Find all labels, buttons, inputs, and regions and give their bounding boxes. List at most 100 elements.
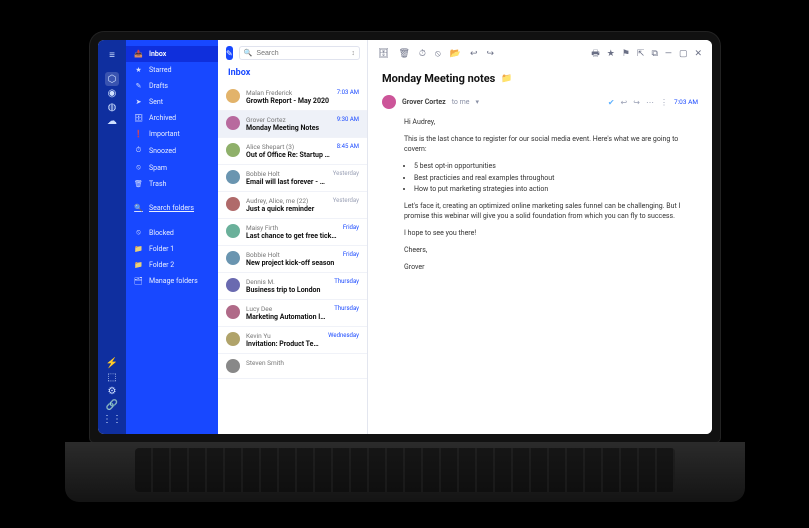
message-row[interactable]: Audrey, Alice, me (22)Just a quick remin… — [218, 192, 367, 219]
sidebar-item-blocked[interactable]: ⦸Blocked — [126, 224, 218, 241]
rail-util-icon[interactable]: 🔗 — [105, 398, 119, 412]
compose-button[interactable]: ✎ — [226, 46, 233, 60]
sidebar-item-label: Archived — [149, 114, 176, 122]
sidebar-item-inbox[interactable]: 📥Inbox — [126, 46, 218, 62]
sidebar-item-sent[interactable]: ➤Sent — [126, 94, 218, 110]
maximize-icon[interactable]: ▢ — [679, 49, 688, 59]
folder-icon: 📁 — [134, 245, 143, 253]
popout-icon[interactable]: ⧉ — [651, 49, 657, 59]
forward-icon[interactable]: ↪ — [633, 98, 640, 107]
app-rail: ≡ ⬡◉◍☁ ⚡⬚⚙🔗⋮⋮ — [98, 40, 126, 434]
rail-app-icon[interactable]: ☁ — [105, 114, 119, 128]
subject: Last chance to get free tickets! — [246, 232, 337, 240]
search-folders-link[interactable]: 🔍 Search folders — [126, 200, 218, 216]
menu-dots-icon[interactable]: ⋮ — [660, 98, 668, 107]
print-icon[interactable]: 🖶 — [591, 49, 600, 59]
message-row[interactable]: Alice Shepart (3)Out of Office Re: Start… — [218, 138, 367, 165]
message-row[interactable]: Grover CortezMonday Meeting Notes9:30 AM — [218, 111, 367, 138]
rail-app-icon[interactable]: ◍ — [105, 100, 119, 114]
rail-util-icon[interactable]: ⋮⋮ — [105, 412, 119, 426]
message-row[interactable]: Bobbie HoltEmail will last forever - on…… — [218, 165, 367, 192]
message-row[interactable]: Dennis M.Business trip to LondonThursday — [218, 273, 367, 300]
reading-pane: 🗄🗑⏱⦸📂↩↪ 🖶★⚑⇱⧉—▢✕ Monday Meeting notes 📁 … — [368, 40, 712, 434]
sidebar-item-label: Folder 2 — [149, 261, 174, 269]
move-icon[interactable]: 📂 — [450, 49, 461, 59]
message-row[interactable]: Maisy FirthLast chance to get free ticke… — [218, 219, 367, 246]
avatar — [226, 89, 240, 103]
sidebar-item-manage-folders[interactable]: 🗂Manage folders — [126, 273, 218, 289]
message-time: Wednesday — [328, 332, 359, 348]
avatar — [226, 170, 240, 184]
message-row[interactable]: Malan FrederickGrowth Report - May 20207… — [218, 84, 367, 111]
message-row[interactable]: Kevin YuInvitation: Product Team Meeting… — [218, 327, 367, 354]
forward-icon[interactable]: ↪ — [487, 49, 495, 59]
sidebar-item-starred[interactable]: ★Starred — [126, 62, 218, 78]
message-row[interactable]: Lucy DeeMarketing Automation InfoThursda… — [218, 300, 367, 327]
reply-icon[interactable]: ↩ — [470, 49, 478, 59]
sidebar-item-label: Manage folders — [149, 277, 198, 285]
sidebar-item-spam[interactable]: ⦸Spam — [126, 159, 218, 176]
rail-util-icon[interactable]: ⬚ — [105, 370, 119, 384]
collapse-icon[interactable]: ⇱ — [637, 49, 645, 59]
laptop-keyboard — [65, 442, 745, 502]
archive-icon[interactable]: 🗄 — [378, 49, 389, 59]
reply-icon[interactable]: ↩ — [621, 98, 628, 107]
subject: Invitation: Product Team Meeting — [246, 340, 322, 348]
message-toolbar: 🗄 🗑 ⏱ ⦸ 📂 ↩ ↪ 🖶 ★ ⚑ ⇱ ⧉ — ▢ ✕ — [368, 40, 712, 68]
search-field[interactable]: 🔍 ↕ — [239, 46, 360, 60]
search-icon: 🔍 — [244, 49, 253, 57]
message-time: Friday — [343, 224, 359, 240]
avatar — [226, 359, 240, 373]
sidebar-item-folder-1[interactable]: 📁 Folder 1 — [126, 241, 218, 257]
search-input[interactable] — [256, 50, 347, 57]
folder-sidebar: 📥Inbox★Starred✎Drafts➤Sent🗄Archived❗Impo… — [126, 40, 218, 434]
body-sig2: Grover — [404, 262, 698, 272]
mark-done-icon[interactable]: ✔ — [608, 98, 615, 107]
message-row[interactable]: Bobbie HoltNew project kick-off seasonFr… — [218, 246, 367, 273]
avatar — [226, 251, 240, 265]
screen-frame: ≡ ⬡◉◍☁ ⚡⬚⚙🔗⋮⋮ 📥Inbox★Starred✎Drafts➤Sent… — [90, 32, 720, 442]
rail-util-icon[interactable]: ⚙ — [105, 384, 119, 398]
avatar — [226, 116, 240, 130]
rail-util-icon[interactable]: ⚡ — [105, 356, 119, 370]
message-time: Thursday — [334, 278, 359, 294]
message-folder-icon[interactable]: 📁 — [501, 74, 512, 84]
sidebar-item-important[interactable]: ❗Important — [126, 126, 218, 142]
close-icon[interactable]: ✕ — [694, 49, 702, 59]
message-row[interactable]: Steven Smith — [218, 354, 367, 379]
trash-icon[interactable]: 🗑 — [398, 49, 409, 59]
sort-icon[interactable]: ↕ — [351, 49, 355, 57]
to-dropdown-icon[interactable]: ▾ — [476, 98, 480, 106]
sidebar-item-snoozed[interactable]: ⏱Snoozed — [126, 142, 218, 159]
message-time: 8:45 AM — [337, 143, 359, 159]
sidebar-item-archived[interactable]: 🗄Archived — [126, 110, 218, 126]
clock-icon[interactable]: ⏱ — [419, 49, 426, 59]
rail-app-icon[interactable]: ⬡ — [105, 72, 119, 86]
flag-icon[interactable]: ⚑ — [622, 49, 630, 59]
subject: Growth Report - May 2020 — [246, 97, 331, 105]
sidebar-item-label: Folder 1 — [149, 245, 174, 253]
from-name: Grover Cortez — [402, 98, 446, 106]
menu-icon[interactable]: ≡ — [105, 48, 119, 62]
message-title: Monday Meeting notes — [382, 72, 495, 85]
message-time: Thursday — [334, 305, 359, 321]
app-window: ≡ ⬡◉◍☁ ⚡⬚⚙🔗⋮⋮ 📥Inbox★Starred✎Drafts➤Sent… — [98, 40, 712, 434]
sender: Audrey, Alice, me (22) — [246, 197, 327, 205]
spam-icon[interactable]: ⦸ — [435, 49, 441, 59]
sidebar-item-trash[interactable]: 🗑Trash — [126, 176, 218, 192]
message-time: Friday — [343, 251, 359, 267]
search-icon: 🔍 — [134, 204, 143, 212]
folder-icon: 📁 — [134, 261, 143, 269]
sidebar-item-drafts[interactable]: ✎Drafts — [126, 78, 218, 94]
minimize-icon[interactable]: — — [665, 49, 672, 59]
more-icon[interactable]: ⋯ — [646, 98, 654, 107]
folder-icon: ⏱ — [134, 146, 143, 155]
sidebar-item-label: Trash — [149, 180, 166, 188]
star-icon[interactable]: ★ — [607, 49, 615, 59]
body-bullet: Best practicies and real examples throug… — [414, 173, 698, 183]
sender: Maisy Firth — [246, 224, 337, 232]
rail-app-icon[interactable]: ◉ — [105, 86, 119, 100]
folder-icon: ➤ — [134, 98, 143, 106]
sidebar-item-folder-2[interactable]: 📁 Folder 2 — [126, 257, 218, 273]
message-time: 9:30 AM — [337, 116, 359, 132]
